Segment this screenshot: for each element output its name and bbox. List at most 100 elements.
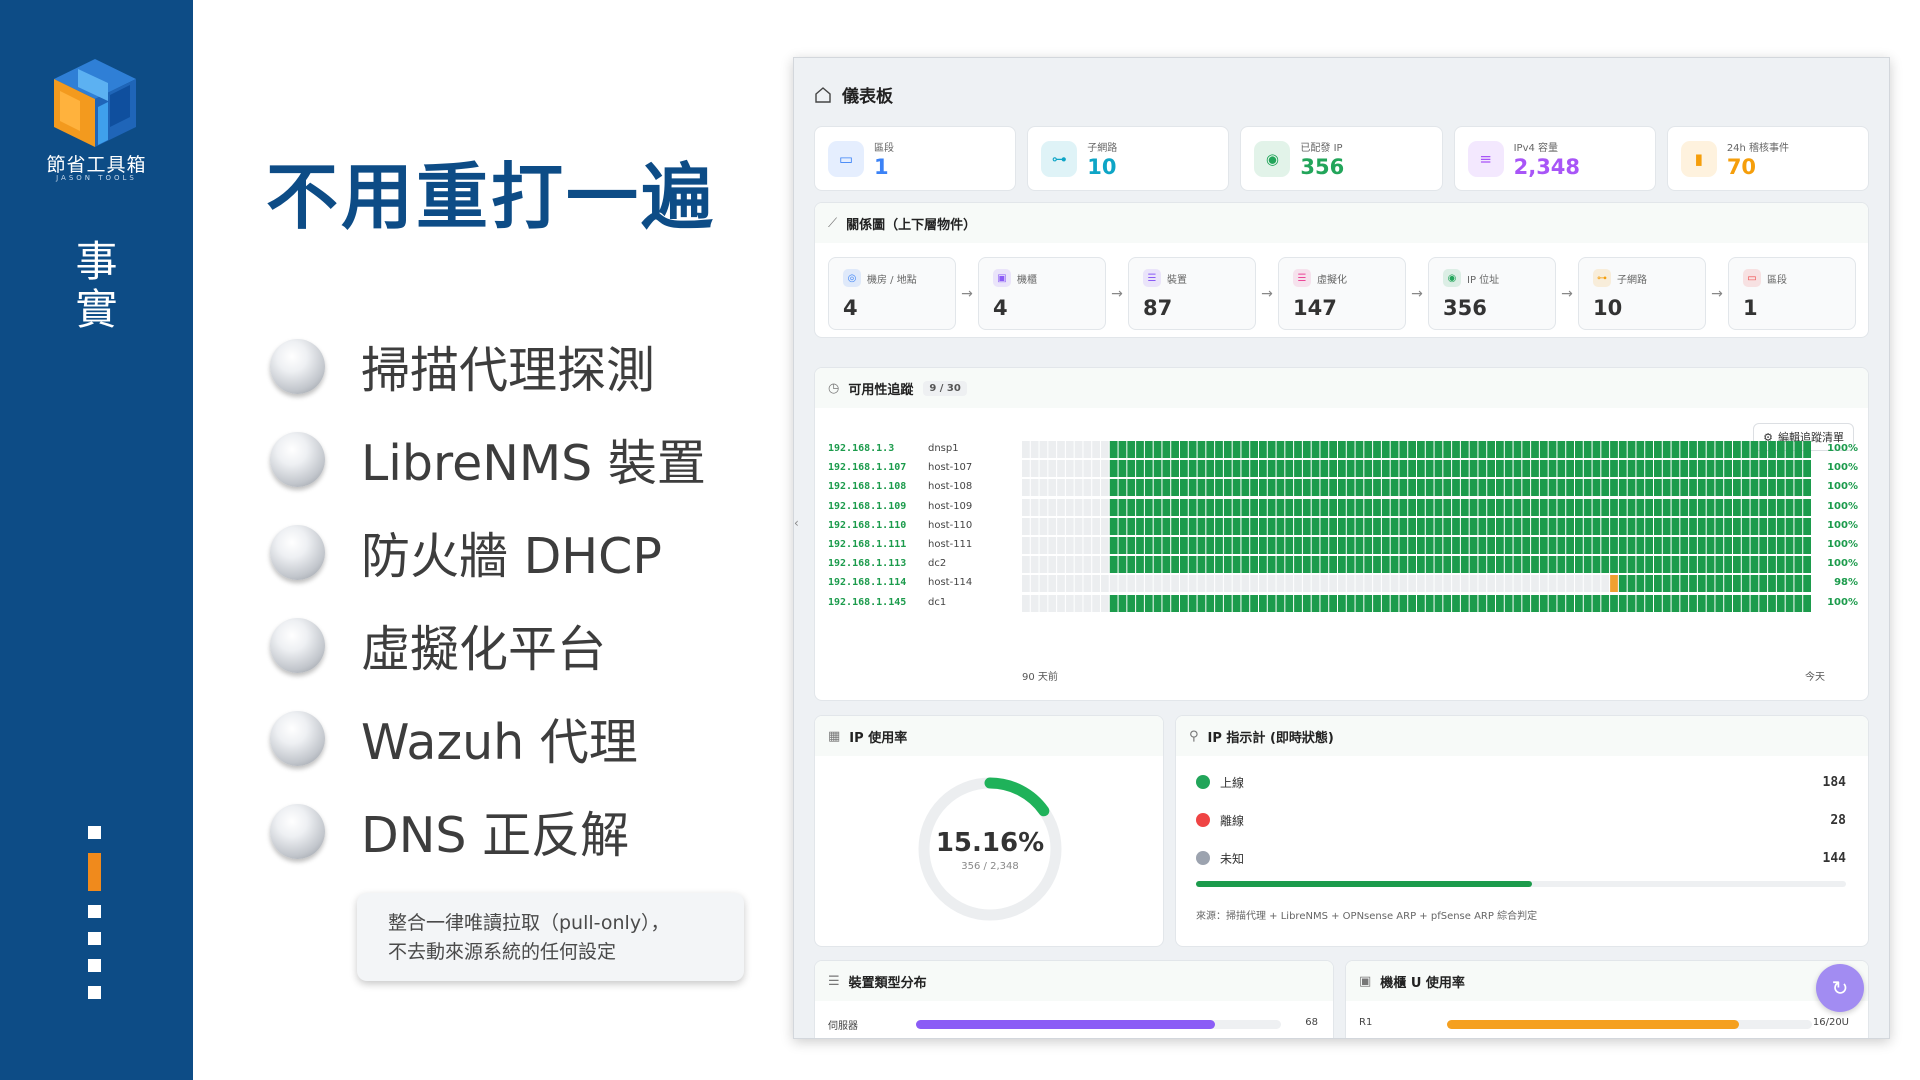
uptime-day-up <box>1381 556 1390 574</box>
relation-card[interactable]: ◉ IP 位址 356 <box>1428 257 1556 330</box>
availability-row: 192.168.1.111 host-111 100% <box>828 537 1858 554</box>
uptime-day-up <box>1373 537 1381 554</box>
uptime-day-up <box>1127 537 1136 554</box>
uptime-day-nodata <box>1083 594 1092 612</box>
uptime-day-up <box>1267 594 1276 612</box>
uptime-day-up <box>1267 556 1276 574</box>
uptime-day-up <box>1180 517 1188 535</box>
uptime-day-nodata <box>1074 498 1083 516</box>
relation-card[interactable]: ⊶ 子網路 10 <box>1578 257 1706 330</box>
uptime-day-up <box>1215 460 1223 478</box>
uptime-day-up <box>1320 479 1329 497</box>
uptime-day-up <box>1539 556 1548 574</box>
status-row-offline: 離線 28 <box>1196 810 1846 830</box>
host-ip[interactable]: 192.168.1.107 <box>828 462 906 473</box>
uptime-day-up <box>1610 479 1618 497</box>
uptime-day-up <box>1417 556 1425 574</box>
uptime-day-nodata <box>1057 460 1065 478</box>
uptime-day-up <box>1197 498 1206 516</box>
uptime-day-up <box>1733 517 1741 535</box>
server-icon: ☰ <box>828 973 840 989</box>
refresh-fab-button[interactable]: ↻ <box>1816 964 1864 1012</box>
kpi-card[interactable]: ≡ IPv4 容量 2,348 <box>1453 126 1656 191</box>
relation-card[interactable]: ☰ 裝置 87 <box>1128 257 1256 330</box>
uptime-day-up <box>1592 556 1601 574</box>
availability-title: 可用性追蹤 <box>848 382 914 398</box>
uptime-day-up <box>1583 460 1592 478</box>
uptime-day-up <box>1460 517 1469 535</box>
uptime-day-up <box>1250 479 1258 497</box>
uptime-day-up <box>1478 594 1487 612</box>
relation-card[interactable]: ▭ 區段 1 <box>1728 257 1856 330</box>
relation-card[interactable]: ▣ 機櫃 4 <box>978 257 1106 330</box>
uptime-day-up <box>1373 498 1381 516</box>
status-label: 上線 <box>1220 775 1245 790</box>
uptime-day-up <box>1733 441 1741 458</box>
host-ip[interactable]: 192.168.1.145 <box>828 597 906 608</box>
host-ip[interactable]: 192.168.1.109 <box>828 501 906 512</box>
bullet-orb-icon <box>270 804 325 859</box>
kpi-value: 1 <box>874 154 889 179</box>
kpi-card[interactable]: ◉ 已配發 IP 356 <box>1240 126 1443 191</box>
uptime-day-up <box>1557 537 1566 554</box>
uptime-day-up <box>1223 556 1232 574</box>
uptime-day-up <box>1776 479 1785 497</box>
uptime-day-up <box>1434 517 1443 535</box>
uptime-day-up <box>1557 517 1566 535</box>
uptime-bar <box>1022 498 1811 516</box>
uptime-day-nodata <box>1285 575 1294 593</box>
uptime-day-up <box>1689 517 1697 535</box>
kpi-card[interactable]: ⊶ 子網路 10 <box>1027 126 1230 191</box>
relation-card[interactable]: ☰ 虛擬化 147 <box>1278 257 1406 330</box>
uptime-day-up <box>1627 556 1636 574</box>
tracked-count-badge: 9 / 30 <box>923 380 967 396</box>
uptime-day-up <box>1697 594 1706 612</box>
host-ip[interactable]: 192.168.1.110 <box>828 520 906 531</box>
slide-progress <box>88 826 104 1013</box>
uptime-day-up <box>1425 594 1434 612</box>
uptime-day-nodata <box>1364 575 1373 593</box>
uptime-day-up <box>1557 556 1566 574</box>
uptime-day-up <box>1785 537 1794 554</box>
uptime-day-up <box>1671 575 1680 593</box>
uptime-day-up <box>1557 498 1566 516</box>
host-ip[interactable]: 192.168.1.108 <box>828 481 906 492</box>
uptime-day-up <box>1259 594 1267 612</box>
uptime-day-up <box>1355 517 1364 535</box>
uptime-day-up <box>1785 556 1794 574</box>
relation-value: 1 <box>1743 296 1758 320</box>
uptime-day-up <box>1469 441 1478 458</box>
uptime-day-up <box>1496 460 1504 478</box>
uptime-day-up <box>1443 517 1452 535</box>
uptime-day-up <box>1241 594 1250 612</box>
uptime-day-up <box>1733 460 1741 478</box>
uptime-day-up <box>1346 441 1355 458</box>
uptime-day-up <box>1206 594 1215 612</box>
uptime-day-up <box>1636 460 1645 478</box>
uptime-day-up <box>1803 556 1811 574</box>
kpi-card[interactable]: ▮ 24h 稽核事件 70 <box>1666 126 1870 191</box>
uptime-day-up <box>1153 594 1162 612</box>
host-ip[interactable]: 192.168.1.111 <box>828 539 906 550</box>
uptime-day-up <box>1452 441 1460 458</box>
uptime-day-nodata <box>1074 537 1083 554</box>
uptime-day-nodata <box>1101 537 1109 554</box>
uptime-day-up <box>1654 460 1662 478</box>
relation-card[interactable]: ◎ 機房 / 地點 4 <box>828 257 956 330</box>
uptime-day-nodata <box>1030 460 1039 478</box>
uptime-day-up <box>1346 594 1355 612</box>
host-ip[interactable]: 192.168.1.114 <box>828 577 906 588</box>
uptime-day-partial <box>1610 575 1618 593</box>
uptime-day-nodata <box>1057 556 1065 574</box>
uptime-day-up <box>1320 498 1329 516</box>
host-ip[interactable]: 192.168.1.3 <box>828 443 894 454</box>
collapse-sidebar-icon[interactable]: ‹ <box>794 516 799 530</box>
kpi-card[interactable]: ▭ 區段 1 <box>814 126 1017 191</box>
uptime-day-up <box>1724 517 1732 535</box>
host-name: host-114 <box>928 577 973 589</box>
uptime-day-up <box>1460 498 1469 516</box>
uptime-day-up <box>1329 479 1337 497</box>
uptime-day-up <box>1548 556 1557 574</box>
host-ip[interactable]: 192.168.1.113 <box>828 558 906 569</box>
uptime-day-up <box>1548 479 1557 497</box>
